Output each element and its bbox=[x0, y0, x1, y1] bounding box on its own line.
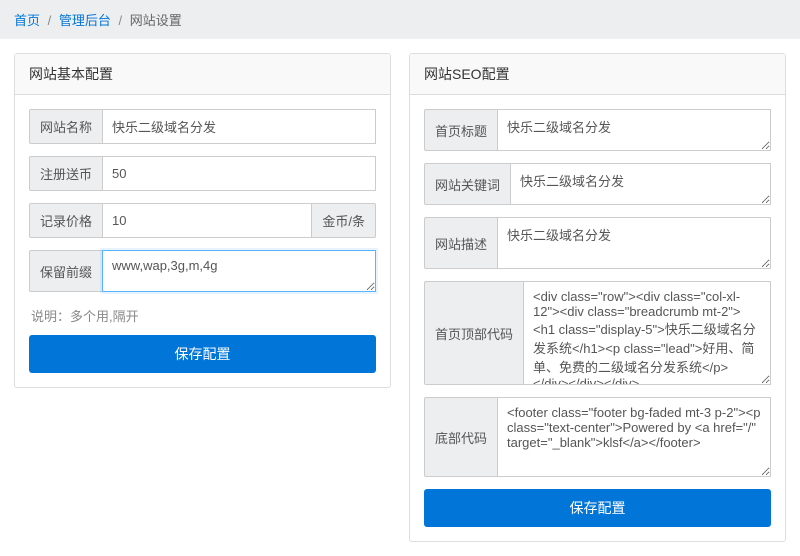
reserved-prefix-input[interactable] bbox=[102, 250, 376, 292]
keywords-input[interactable] bbox=[510, 163, 771, 205]
top-code-input[interactable] bbox=[523, 281, 771, 385]
record-price-input[interactable] bbox=[102, 203, 312, 238]
basic-config-title: 网站基本配置 bbox=[15, 54, 390, 95]
breadcrumb-home[interactable]: 首页 bbox=[14, 13, 40, 28]
seo-config-card: 网站SEO配置 首页标题 网站关键词 网站描述 首页顶部代码 bbox=[409, 53, 786, 542]
breadcrumb-sep: / bbox=[48, 13, 52, 28]
record-price-group: 记录价格 金币/条 bbox=[29, 203, 376, 238]
keywords-group: 网站关键词 bbox=[424, 163, 771, 205]
seo-config-column: 网站SEO配置 首页标题 网站关键词 网站描述 首页顶部代码 bbox=[409, 53, 786, 542]
breadcrumb-admin[interactable]: 管理后台 bbox=[59, 13, 111, 28]
breadcrumb: 首页 / 管理后台 / 网站设置 bbox=[0, 0, 800, 39]
reserved-prefix-group: 保留前缀 bbox=[29, 250, 376, 292]
reg-coin-label: 注册送币 bbox=[29, 156, 102, 191]
site-name-group: 网站名称 bbox=[29, 109, 376, 144]
record-price-unit: 金币/条 bbox=[312, 203, 376, 238]
seo-config-title: 网站SEO配置 bbox=[410, 54, 785, 95]
top-code-label: 首页顶部代码 bbox=[424, 281, 523, 385]
bottom-code-label: 底部代码 bbox=[424, 397, 497, 477]
reg-coin-input[interactable] bbox=[102, 156, 376, 191]
desc-label: 网站描述 bbox=[424, 217, 497, 269]
reserved-prefix-label: 保留前缀 bbox=[29, 250, 102, 292]
basic-config-column: 网站基本配置 网站名称 注册送币 记录价格 金币/条 保留前缀 bbox=[14, 53, 391, 542]
home-title-group: 首页标题 bbox=[424, 109, 771, 151]
desc-input[interactable] bbox=[497, 217, 771, 269]
breadcrumb-current: 网站设置 bbox=[130, 13, 182, 28]
keywords-label: 网站关键词 bbox=[424, 163, 510, 205]
reg-coin-group: 注册送币 bbox=[29, 156, 376, 191]
reserved-prefix-note: 说明：多个用,隔开 bbox=[29, 304, 376, 335]
basic-config-card: 网站基本配置 网站名称 注册送币 记录价格 金币/条 保留前缀 bbox=[14, 53, 391, 388]
home-title-input[interactable] bbox=[497, 109, 771, 151]
top-code-group: 首页顶部代码 bbox=[424, 281, 771, 385]
bottom-code-input[interactable] bbox=[497, 397, 771, 477]
site-name-label: 网站名称 bbox=[29, 109, 102, 144]
desc-group: 网站描述 bbox=[424, 217, 771, 269]
breadcrumb-sep: / bbox=[119, 13, 123, 28]
home-title-label: 首页标题 bbox=[424, 109, 497, 151]
main-container: 网站基本配置 网站名称 注册送币 记录价格 金币/条 保留前缀 bbox=[0, 39, 800, 556]
site-name-input[interactable] bbox=[102, 109, 376, 144]
record-price-label: 记录价格 bbox=[29, 203, 102, 238]
bottom-code-group: 底部代码 bbox=[424, 397, 771, 477]
save-seo-button[interactable]: 保存配置 bbox=[424, 489, 771, 527]
save-basic-button[interactable]: 保存配置 bbox=[29, 335, 376, 373]
